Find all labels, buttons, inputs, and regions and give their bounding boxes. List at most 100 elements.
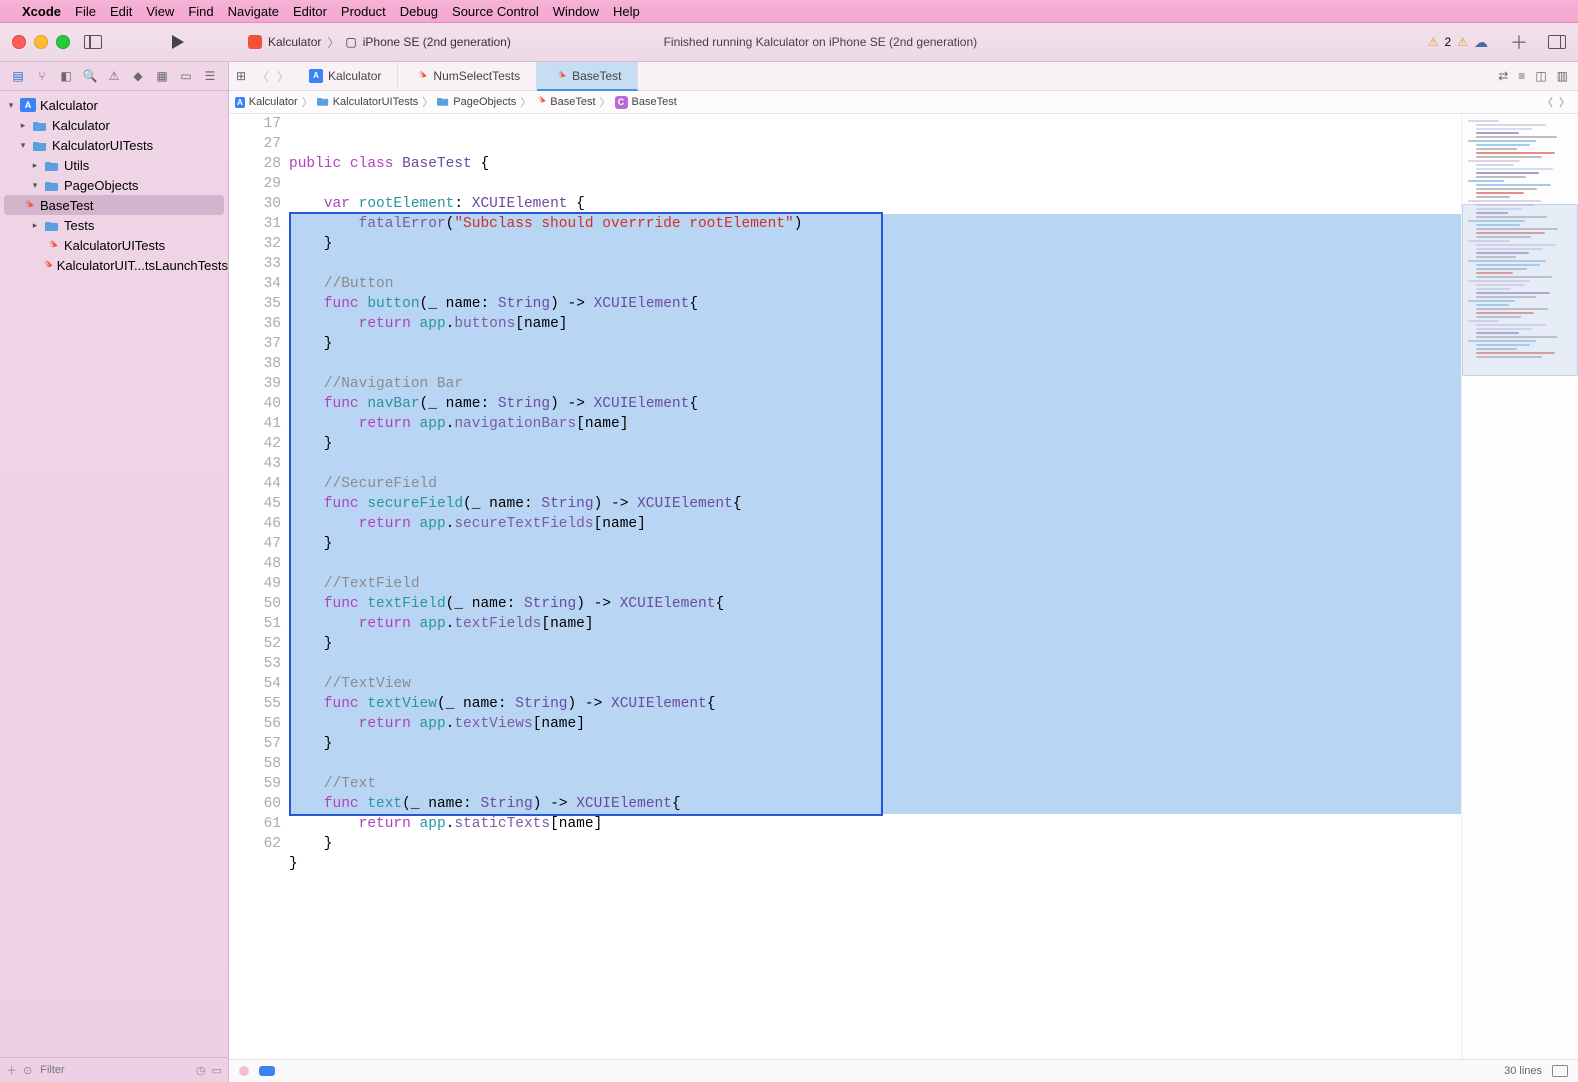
jumpbar-basetest[interactable]: CBaseTest — [615, 96, 677, 109]
filter-scope-icon[interactable]: ⊙ — [23, 1064, 32, 1077]
menu-navigate[interactable]: Navigate — [228, 4, 279, 19]
swift-file-icon — [535, 95, 546, 109]
jump-prev-icon[interactable]: 〈 — [1542, 94, 1553, 110]
tree-item-utils[interactable]: ▸Utils — [0, 155, 228, 175]
swift-file-icon — [44, 238, 60, 252]
status-dot-pink-icon — [239, 1066, 249, 1076]
folder-icon — [437, 96, 449, 109]
editor-tab-basetest[interactable]: BaseTest — [537, 62, 638, 91]
filter-input[interactable] — [38, 1063, 190, 1077]
minimap[interactable] — [1461, 114, 1578, 1059]
test-navigator-tab[interactable]: ◆ — [130, 68, 146, 84]
tree-item-kalculatoruitests[interactable]: ▾KalculatorUITests — [0, 135, 228, 155]
project-icon: A — [20, 98, 36, 112]
warning-icon[interactable]: ⚠ — [1428, 35, 1439, 49]
scheme-selector[interactable]: Kalculator 〉 ▢ iPhone SE (2nd generation… — [240, 31, 519, 54]
menu-product[interactable]: Product — [341, 4, 386, 19]
menu-editor[interactable]: Editor — [293, 4, 327, 19]
toolbar: Kalculator 〉 ▢ iPhone SE (2nd generation… — [0, 23, 1578, 62]
scheme-app-label: Kalculator — [268, 35, 321, 49]
nav-forward-button[interactable]: 〉 — [273, 68, 293, 85]
menu-help[interactable]: Help — [613, 4, 640, 19]
folder-icon — [32, 118, 48, 132]
tree-item-kalculator[interactable]: ▸Kalculator — [0, 115, 228, 135]
tree-item-pageobjects[interactable]: ▾PageObjects — [0, 175, 228, 195]
menu-view[interactable]: View — [146, 4, 174, 19]
source-control-navigator-tab[interactable]: ⑂ — [34, 68, 50, 84]
editor-tab-numselecttests[interactable]: NumSelectTests — [398, 62, 537, 89]
minimize-window-button[interactable] — [34, 35, 48, 49]
find-navigator-tab[interactable]: 🔍 — [82, 68, 98, 84]
editor-status-bar: 30 lines — [229, 1059, 1578, 1082]
add-file-button[interactable]: ＋ — [6, 1062, 17, 1078]
menu-find[interactable]: Find — [188, 4, 213, 19]
project-navigator-tab[interactable]: ▤ — [10, 68, 26, 84]
swift-file-icon — [414, 69, 428, 83]
related-items-icon[interactable]: ⊞ — [229, 69, 253, 83]
debug-navigator-tab[interactable]: ▦ — [154, 68, 170, 84]
scm-filter-icon[interactable]: ▭ — [212, 1064, 222, 1077]
cloud-status-icon[interactable]: ☁ — [1474, 34, 1488, 51]
breakpoint-navigator-tab[interactable]: ▭ — [178, 68, 194, 84]
runtime-warning-icon[interactable]: ⚠ — [1457, 35, 1468, 49]
report-navigator-tab[interactable]: ☰ — [202, 68, 218, 84]
tree-item-basetest[interactable]: BaseTest — [4, 195, 224, 215]
menu-file[interactable]: File — [75, 4, 96, 19]
editor-tab-kalculator[interactable]: AKalculator — [293, 62, 398, 89]
source-editor[interactable]: public class BaseTest { var rootElement:… — [289, 114, 1461, 1059]
activity-status: Finished running Kalculator on iPhone SE… — [664, 35, 978, 49]
issue-navigator-tab[interactable]: ⚠ — [106, 68, 122, 84]
jumpbar-basetest[interactable]: BaseTest — [535, 95, 595, 109]
line-gutter[interactable]: 1727282930313233343536373839404142434445… — [229, 114, 289, 1059]
menu-bar: Xcode File Edit View Find Navigate Editor Prod… — [0, 0, 1578, 23]
refresh-icon[interactable]: ⇄ — [1498, 69, 1508, 83]
zoom-window-button[interactable] — [56, 35, 70, 49]
toggle-navigator-icon[interactable] — [84, 35, 102, 49]
project-icon: A — [235, 96, 245, 108]
tree-item-kalculatoruitests[interactable]: KalculatorUITests — [0, 235, 228, 255]
folder-icon — [44, 158, 60, 172]
close-window-button[interactable] — [12, 35, 26, 49]
toggle-debug-area-icon[interactable] — [1552, 1065, 1568, 1077]
swift-file-icon — [20, 198, 36, 212]
navigator-tabs: ▤ ⑂ ◧ 🔍 ⚠ ◆ ▦ ▭ ☰ — [0, 62, 228, 91]
recent-filter-icon[interactable]: ◷ — [196, 1064, 206, 1077]
swift-file-icon — [41, 258, 53, 272]
swift-file-icon — [553, 69, 567, 83]
symbol-navigator-tab[interactable]: ◧ — [58, 68, 74, 84]
window-controls — [12, 35, 70, 49]
jumpbar-pageobjects[interactable]: PageObjects — [437, 96, 516, 109]
run-button[interactable] — [172, 35, 184, 49]
editor-area: ⊞ 〈 〉 AKalculatorNumSelectTestsBaseTest … — [229, 62, 1578, 1082]
nav-back-button[interactable]: 〈 — [253, 68, 273, 85]
menu-debug[interactable]: Debug — [400, 4, 438, 19]
jump-bar[interactable]: AKalculator〉KalculatorUITests〉PageObject… — [229, 91, 1578, 114]
toggle-inspector-icon[interactable] — [1548, 35, 1566, 49]
navigator-panel: ▤ ⑂ ◧ 🔍 ⚠ ◆ ▦ ▭ ☰ ▾AKalculator▸Kalculato… — [0, 62, 229, 1082]
jumpbar-kalculator[interactable]: AKalculator — [235, 96, 298, 108]
tab-bar: ⊞ 〈 〉 AKalculatorNumSelectTestsBaseTest … — [229, 62, 1578, 91]
menu-source-control[interactable]: Source Control — [452, 4, 539, 19]
app-menu[interactable]: Xcode — [22, 4, 61, 19]
adjust-editor-icon[interactable]: ≡ — [1518, 69, 1525, 83]
class-icon: C — [615, 96, 628, 109]
folder-icon — [44, 218, 60, 232]
tree-item-tests[interactable]: ▸Tests — [0, 215, 228, 235]
folder-icon — [317, 96, 329, 109]
add-editor-button[interactable]: ＋ — [1510, 29, 1528, 55]
scheme-device-label: iPhone SE (2nd generation) — [363, 35, 511, 49]
jumpbar-kalculatoruitests[interactable]: KalculatorUITests — [317, 96, 419, 109]
folder-icon — [32, 138, 48, 152]
tree-item-kalculatoruit-tslaunchtests[interactable]: KalculatorUIT...tsLaunchTests — [0, 255, 228, 275]
tree-item-kalculator[interactable]: ▾AKalculator — [0, 95, 228, 115]
status-pill-blue-icon — [259, 1066, 275, 1076]
add-editor-right-icon[interactable]: ◫ — [1535, 69, 1546, 83]
project-tree[interactable]: ▾AKalculator▸Kalculator▾KalculatorUITest… — [0, 91, 228, 1057]
menu-edit[interactable]: Edit — [110, 4, 132, 19]
menu-window[interactable]: Window — [553, 4, 599, 19]
warning-count: 2 — [1445, 35, 1452, 49]
line-count-label: 30 lines — [1504, 1065, 1542, 1077]
navigator-footer: ＋ ⊙ ◷ ▭ — [0, 1057, 228, 1082]
jump-next-icon[interactable]: 〉 — [1559, 94, 1570, 110]
editor-layout-icon[interactable]: ▥ — [1557, 69, 1568, 83]
